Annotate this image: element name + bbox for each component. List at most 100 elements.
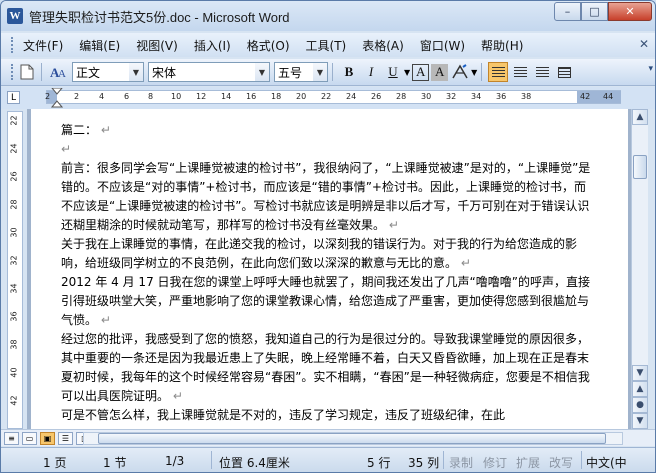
status-overtype[interactable]: 改写: [549, 454, 573, 471]
new-doc-icon[interactable]: [17, 62, 37, 83]
highlight-icon[interactable]: [450, 62, 470, 82]
chevron-down-icon[interactable]: ▼: [313, 63, 327, 81]
tab-selector[interactable]: L: [7, 91, 20, 104]
vruler-label: 40: [9, 367, 19, 378]
horizontal-ruler[interactable]: 2 2 4 6 8 10 12 14 16 18 20 22 24 26 28 …: [45, 88, 621, 108]
document-body[interactable]: 篇二： ↵ ↵ 前言：很多同学会写“上课睡觉被逮的检讨书”，我很纳闷了，“上课睡…: [61, 121, 591, 425]
menu-edit[interactable]: 编辑(E): [79, 37, 120, 54]
font-dropdown[interactable]: 宋体 ▼: [148, 62, 270, 82]
doc-paragraph: 经过您的批评，我感受到了您的愤怒，我知道自己的行为是很过分的。导致我课堂睡觉的原…: [61, 332, 590, 403]
document-area: 篇二： ↵ ↵ 前言：很多同学会写“上课睡觉被逮的检讨书”，我很纳闷了，“上课睡…: [27, 109, 632, 429]
close-button[interactable]: ✕: [608, 2, 652, 21]
scroll-down-icon[interactable]: ▼: [632, 365, 648, 381]
menu-help[interactable]: 帮助(H): [481, 37, 523, 54]
align-center-icon: [513, 66, 527, 78]
ruler-label: 4: [99, 92, 105, 101]
doc-paragraph: 2012 年 4 月 17 日我在您的课堂上呼呼大睡也就罢了，期间我还发出了几声…: [61, 275, 590, 327]
menu-file[interactable]: 文件(F): [23, 37, 63, 54]
ruler-label: 36: [496, 92, 507, 101]
menu-view[interactable]: 视图(V): [136, 37, 178, 54]
align-center-button[interactable]: [510, 62, 530, 82]
menu-format[interactable]: 格式(O): [247, 37, 290, 54]
vruler-label: 32: [9, 255, 19, 266]
chevron-down-icon[interactable]: ▼: [129, 63, 143, 81]
vruler-label: 36: [9, 311, 19, 322]
paragraph-mark-icon: ↵: [100, 313, 111, 327]
doc-paragraph: 前言：很多同学会写“上课睡觉被逮的检讨书”，我很纳闷了，“上课睡觉被逮”是对的，…: [61, 161, 591, 232]
vertical-scrollbar[interactable]: ▲ ▼ ▲ ● ▼: [631, 109, 648, 429]
scroll-up-icon[interactable]: ▲: [632, 109, 648, 125]
toolbar-grip[interactable]: [11, 64, 15, 80]
toolbar-separator: [332, 63, 333, 81]
paragraph-mark-icon: ↵: [172, 389, 183, 403]
style-dropdown[interactable]: 正文 ▼: [72, 62, 144, 82]
ruler-label: 28: [396, 92, 407, 101]
formatting-toolbar: AA 正文 ▼ 宋体 ▼ 五号 ▼ B I U ▼ A A ▼ ▾: [1, 59, 655, 86]
svg-text:A: A: [58, 68, 66, 80]
char-border-button[interactable]: A: [412, 63, 430, 81]
chevron-down-icon[interactable]: ▼: [471, 68, 477, 77]
ruler-label: 2: [74, 92, 80, 101]
status-page-of: 1/3: [165, 454, 185, 468]
font-size-dropdown[interactable]: 五号 ▼: [274, 62, 328, 82]
menu-table[interactable]: 表格(A): [362, 37, 404, 54]
menu-bar: 文件(F) 编辑(E) 视图(V) 插入(I) 格式(O) 工具(T) 表格(A…: [1, 33, 655, 57]
next-page-icon[interactable]: ▼: [632, 413, 648, 429]
vruler-label: 24: [9, 143, 19, 154]
align-right-icon: [535, 66, 549, 78]
menu-tools[interactable]: 工具(T): [306, 37, 347, 54]
maximize-button[interactable]: □: [581, 2, 608, 21]
ruler-label: 20: [296, 92, 307, 101]
paragraph-mark-icon: ↵: [61, 142, 72, 156]
scroll-thumb[interactable]: [633, 155, 647, 179]
styles-icon[interactable]: AA: [48, 62, 68, 83]
distribute-button[interactable]: [554, 62, 574, 82]
status-language: 中文(中: [586, 456, 627, 470]
bold-button[interactable]: B: [339, 62, 359, 82]
ruler-label: 18: [271, 92, 282, 101]
chevron-down-icon[interactable]: ▼: [255, 63, 269, 81]
status-track-changes[interactable]: 修订: [483, 454, 507, 471]
toolbar-options-icon[interactable]: ▾: [648, 64, 653, 74]
char-shading-button[interactable]: A: [431, 63, 449, 81]
previous-page-icon[interactable]: ▲: [632, 381, 648, 397]
ruler-label: 6: [124, 92, 130, 101]
normal-view-icon[interactable]: ≡: [4, 431, 19, 445]
close-document-icon[interactable]: ✕: [639, 37, 649, 51]
view-bar: ≡ ▭ ▣ ☰ ▯: [1, 429, 655, 446]
align-justify-button[interactable]: [488, 62, 509, 82]
doc-heading: 篇二：: [61, 123, 98, 137]
menu-grip[interactable]: [11, 37, 15, 53]
toolbar-separator: [481, 63, 483, 81]
status-separator: [581, 451, 582, 469]
browse-object-icon[interactable]: ●: [632, 397, 648, 413]
ruler-label: 44: [603, 92, 614, 101]
ruler-label: 26: [371, 92, 382, 101]
word-window: W 管理失职检讨书范文5份.doc - Microsoft Word – □ ✕…: [0, 0, 656, 473]
status-record[interactable]: 录制: [449, 454, 473, 471]
toolbar-separator: [41, 63, 42, 81]
doc-paragraph: 关于我在上课睡觉的事情，在此递交我的检讨，以深刻我的错误行为。对于我的行为给您造…: [61, 237, 578, 270]
menu-window[interactable]: 窗口(W): [420, 37, 465, 54]
web-view-icon[interactable]: ▭: [22, 431, 37, 445]
ruler-label: 22: [321, 92, 332, 101]
doc-paragraph: 可是不管怎么样，我上课睡觉就是不对的，违反了学习规定，违反了班级纪律，在此: [61, 408, 506, 422]
print-layout-icon[interactable]: ▣: [40, 431, 55, 445]
align-right-button[interactable]: [532, 62, 552, 82]
status-line: 5 行: [367, 456, 391, 470]
status-column: 35 列: [408, 456, 440, 470]
status-section: 1 节: [103, 456, 127, 470]
underline-button[interactable]: U: [383, 62, 403, 82]
italic-button[interactable]: I: [361, 62, 381, 82]
minimize-button[interactable]: –: [554, 2, 581, 21]
menu-insert[interactable]: 插入(I): [194, 37, 231, 54]
outline-view-icon[interactable]: ☰: [58, 431, 73, 445]
chevron-down-icon[interactable]: ▼: [404, 68, 410, 77]
horizontal-scroll-thumb[interactable]: [98, 433, 606, 444]
horizontal-scrollbar[interactable]: [83, 432, 623, 445]
indent-marker-icon[interactable]: [51, 88, 63, 108]
document-page[interactable]: 篇二： ↵ ↵ 前言：很多同学会写“上课睡觉被逮的检讨书”，我很纳闷了，“上课睡…: [31, 109, 628, 429]
align-justify-icon: [491, 66, 505, 78]
vertical-ruler[interactable]: 22 24 26 28 30 32 34 36 38 40 42: [7, 111, 23, 429]
status-extend[interactable]: 扩展: [516, 454, 540, 471]
